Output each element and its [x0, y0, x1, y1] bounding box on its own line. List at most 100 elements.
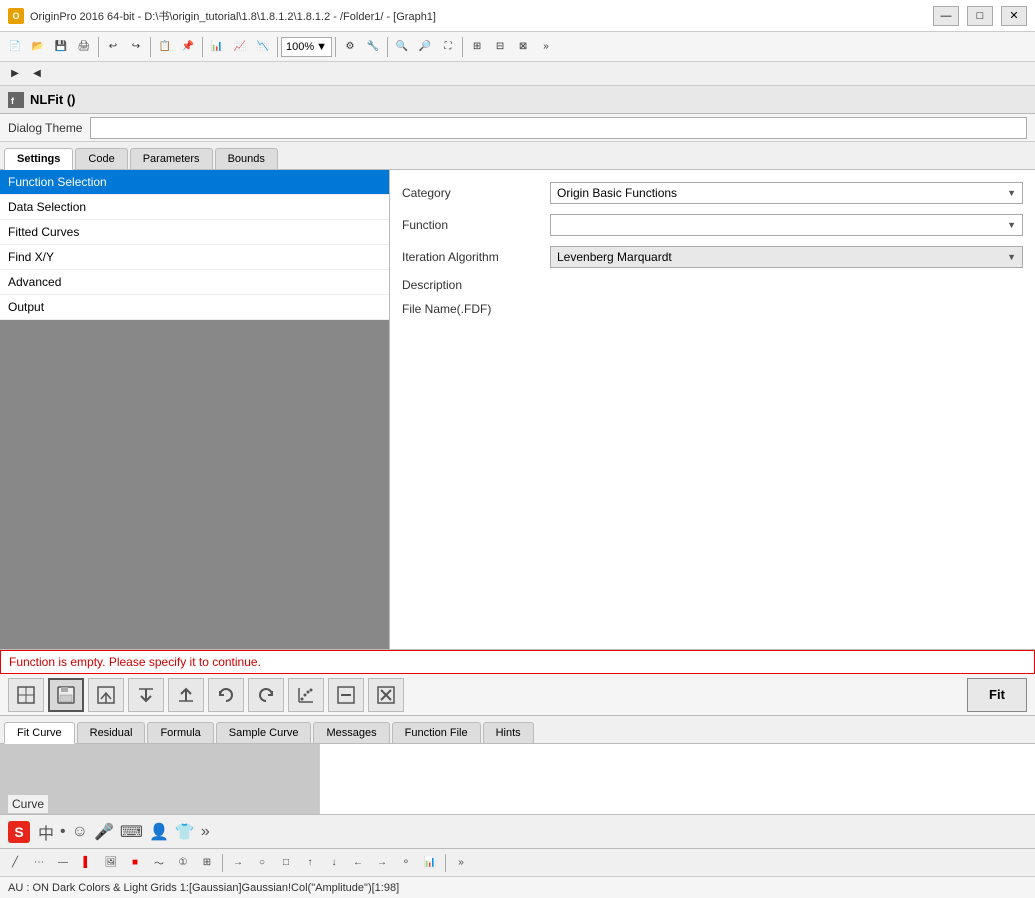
btab-fit-curve[interactable]: Fit Curve: [4, 722, 75, 744]
new-button[interactable]: 📄: [4, 36, 26, 58]
copy-button[interactable]: 📋: [154, 36, 176, 58]
btab-sample-curve[interactable]: Sample Curve: [216, 722, 312, 743]
tb2-btn2[interactable]: ◀: [26, 63, 48, 85]
iteration-dropdown-arrow: ▼: [1007, 252, 1016, 262]
tree-item-find-xy[interactable]: Find X/Y: [0, 245, 389, 270]
main-content: Function Selection Data Selection Fitted…: [0, 170, 1035, 650]
stats-button[interactable]: 📉: [252, 36, 274, 58]
bib-line-btn[interactable]: ╱: [4, 852, 26, 874]
snap-button[interactable]: ⊞: [466, 36, 488, 58]
open-button[interactable]: 📂: [27, 36, 49, 58]
bib-scatter-btn[interactable]: ⚬: [395, 852, 417, 874]
btab-residual[interactable]: Residual: [77, 722, 146, 743]
fit-button[interactable]: Fit: [967, 678, 1027, 712]
tools-button[interactable]: 🔧: [362, 36, 384, 58]
bt-export-btn[interactable]: [88, 678, 124, 712]
btab-formula[interactable]: Formula: [147, 722, 213, 743]
minimize-button[interactable]: —: [933, 6, 959, 26]
maximize-button[interactable]: □: [967, 6, 993, 26]
bt-down-btn[interactable]: [128, 678, 164, 712]
more-button[interactable]: »: [535, 36, 557, 58]
sogou-more2-icon[interactable]: »: [201, 823, 210, 841]
bib-chart2-btn[interactable]: 📊: [419, 852, 441, 874]
tree-item-fitted-curves[interactable]: Fitted Curves: [0, 220, 389, 245]
iteration-dropdown[interactable]: Levenberg Marquardt ▼: [550, 246, 1023, 268]
bib-num-btn[interactable]: ①: [172, 852, 194, 874]
bib-right-btn[interactable]: →: [371, 852, 393, 874]
sogou-chinese-icon[interactable]: 中: [38, 820, 54, 844]
bib-bar-btn[interactable]: ▌: [76, 852, 98, 874]
bib-dots-btn[interactable]: ⋯: [28, 852, 50, 874]
sogou-logo: S: [8, 821, 30, 843]
print-button[interactable]: 🖨: [73, 36, 95, 58]
function-dropdown-arrow: ▼: [1007, 220, 1016, 230]
btab-hints[interactable]: Hints: [483, 722, 534, 743]
tab-code[interactable]: Code: [75, 148, 127, 169]
bib-arrow-btn[interactable]: →: [227, 852, 249, 874]
tree-item-output[interactable]: Output: [0, 295, 389, 320]
settings-button[interactable]: ⚙: [339, 36, 361, 58]
close-button[interactable]: ✕: [1001, 6, 1027, 26]
btab-messages[interactable]: Messages: [313, 722, 389, 743]
function-label: Function: [402, 218, 542, 232]
bib-up-btn[interactable]: ↑: [299, 852, 321, 874]
curve-label: Curve: [8, 795, 48, 813]
save-button[interactable]: 💾: [50, 36, 72, 58]
sogou-user-icon[interactable]: 👤: [149, 822, 169, 842]
zoom-box[interactable]: 100% ▼: [281, 37, 332, 57]
tree-item-data-selection[interactable]: Data Selection: [0, 195, 389, 220]
bt-minus-btn[interactable]: [328, 678, 364, 712]
fit-all-button[interactable]: ⛶: [437, 36, 459, 58]
paste-button[interactable]: 📌: [177, 36, 199, 58]
bt-redo-btn[interactable]: [248, 678, 284, 712]
error-message: Function is empty. Please specify it to …: [9, 655, 261, 669]
tree-item-function-selection[interactable]: Function Selection: [0, 170, 389, 195]
redo-button[interactable]: ↪: [125, 36, 147, 58]
bib-more-btn[interactable]: »: [450, 852, 472, 874]
sogou-dot-icon[interactable]: •: [60, 823, 66, 841]
bib-red-btn[interactable]: ■: [124, 852, 146, 874]
category-dropdown[interactable]: Origin Basic Functions ▼: [550, 182, 1023, 204]
sogou-smiley-icon[interactable]: ☺: [72, 823, 88, 841]
sogou-mic-icon[interactable]: 🎤: [94, 822, 114, 842]
sogou-keyboard-icon[interactable]: ⌨: [120, 822, 143, 842]
bottom-icon-bar: ╱ ⋯ — ▌ 🖼 ■ 〜 ① ⊞ → ○ □ ↑ ↓ ← → ⚬ 📊 »: [0, 848, 1035, 876]
category-label: Category: [402, 186, 542, 200]
bib-circle-btn[interactable]: ○: [251, 852, 273, 874]
bib-img-btn[interactable]: 🖼: [100, 852, 122, 874]
btab-function-file[interactable]: Function File: [392, 722, 481, 743]
bib-dash-btn[interactable]: —: [52, 852, 74, 874]
bt-up-btn[interactable]: [168, 678, 204, 712]
bt-select-btn[interactable]: [8, 678, 44, 712]
plot-button[interactable]: 📈: [229, 36, 251, 58]
tree-item-advanced[interactable]: Advanced: [0, 270, 389, 295]
bib-grid-btn[interactable]: ⊞: [196, 852, 218, 874]
layer-button[interactable]: ⊠: [512, 36, 534, 58]
bib-sep-1: [222, 854, 223, 872]
bt-scatter-btn[interactable]: [288, 678, 324, 712]
dialog-theme-input[interactable]: [90, 117, 1027, 139]
zoom-out-button[interactable]: 🔎: [414, 36, 436, 58]
function-dropdown[interactable]: ▼: [550, 214, 1023, 236]
chart-button[interactable]: 📊: [206, 36, 228, 58]
iteration-value: Levenberg Marquardt: [557, 250, 672, 264]
tab-bounds[interactable]: Bounds: [215, 148, 278, 169]
tb2-btn1[interactable]: ▶: [4, 63, 26, 85]
tab-settings[interactable]: Settings: [4, 148, 73, 170]
bib-square-btn[interactable]: □: [275, 852, 297, 874]
bt-undo-btn[interactable]: [208, 678, 244, 712]
align-button[interactable]: ⊟: [489, 36, 511, 58]
sogou-shirt-icon[interactable]: 👕: [175, 822, 195, 842]
dialog-theme-label: Dialog Theme: [8, 121, 82, 135]
tab-parameters[interactable]: Parameters: [130, 148, 213, 169]
bib-wave-btn[interactable]: 〜: [148, 852, 170, 874]
statusbar-text: AU : ON Dark Colors & Light Grids 1:[Gau…: [8, 882, 399, 894]
sep-4: [277, 37, 278, 57]
undo-button[interactable]: ↩: [102, 36, 124, 58]
bt-cross-btn[interactable]: [368, 678, 404, 712]
bib-left-btn[interactable]: ←: [347, 852, 369, 874]
sep-5: [335, 37, 336, 57]
bib-down-btn2[interactable]: ↓: [323, 852, 345, 874]
bt-save-btn[interactable]: [48, 678, 84, 712]
zoom-in-button[interactable]: 🔍: [391, 36, 413, 58]
